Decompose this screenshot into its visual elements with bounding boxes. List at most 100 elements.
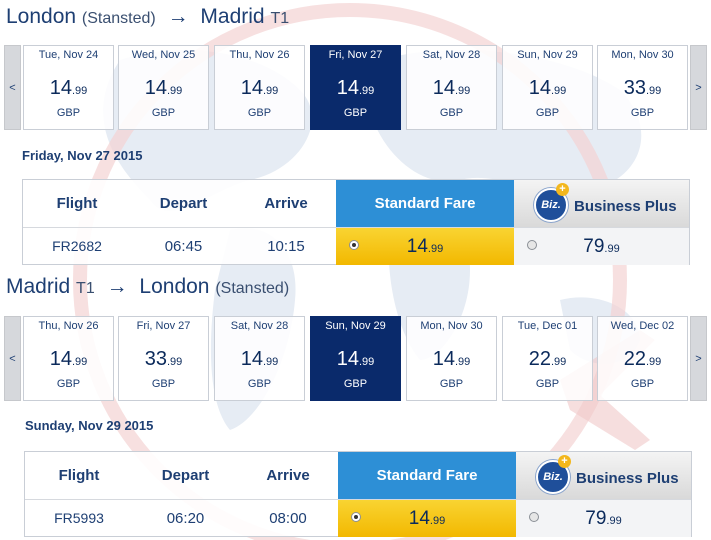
day-date: Tue, Nov 24	[38, 49, 99, 61]
day-card-selected[interactable]: Sun, Nov 29 14.99 GBP	[310, 316, 401, 401]
day-date: Mon, Nov 30	[611, 49, 674, 61]
day-price: 14.99	[336, 348, 375, 370]
day-price: 14.99	[240, 348, 279, 370]
day-date: Thu, Nov 26	[38, 320, 99, 332]
next-dates-button[interactable]: >	[690, 316, 707, 401]
day-currency: GBP	[151, 107, 176, 119]
selected-date-heading: Friday, Nov 27 2015	[22, 148, 143, 163]
day-card[interactable]: Sat, Nov 28 14.99 GBP	[214, 316, 305, 401]
flight-number: FR5993	[54, 510, 104, 526]
business-plus-radio[interactable]	[529, 512, 539, 522]
day-price: 14.99	[432, 77, 471, 99]
day-date: Thu, Nov 26	[229, 49, 290, 61]
prev-dates-button[interactable]: <	[4, 316, 21, 401]
day-date: Fri, Nov 27	[136, 320, 191, 332]
day-price: 33.99	[623, 77, 662, 99]
next-dates-button[interactable]: >	[690, 45, 707, 130]
day-date: Sat, Nov 28	[230, 320, 289, 332]
business-plus-label: Business Plus	[576, 470, 679, 487]
day-price: 14.99	[528, 77, 567, 99]
day-date: Sun, Nov 29	[517, 49, 578, 61]
table-row: FR5993 06:20 08:00 14.99 79.99	[25, 499, 691, 537]
day-date: Tue, Dec 01	[517, 320, 578, 332]
day-price: 14.99	[432, 348, 471, 370]
day-date: Mon, Nov 30	[420, 320, 483, 332]
standard-fare-price: 14.99	[408, 508, 446, 529]
day-currency: GBP	[439, 378, 464, 390]
day-card[interactable]: Wed, Dec 02 22.99 GBP	[597, 316, 688, 401]
day-price: 22.99	[623, 348, 662, 370]
day-card[interactable]: Sun, Nov 29 14.99 GBP	[502, 45, 593, 130]
day-card[interactable]: Tue, Dec 01 22.99 GBP	[502, 316, 593, 401]
return-route-title: Madrid T1 → London (Stansted)	[6, 273, 289, 301]
standard-fare-price: 14.99	[406, 236, 444, 257]
day-card-selected[interactable]: Fri, Nov 27 14.99 GBP	[310, 45, 401, 130]
depart-time: 06:20	[166, 510, 205, 527]
standard-fare-option[interactable]: 14.99	[338, 500, 516, 537]
day-card[interactable]: Mon, Nov 30 14.99 GBP	[406, 316, 497, 401]
arrive-time: 08:00	[269, 510, 307, 527]
day-card[interactable]: Tue, Nov 24 14.99 GBP	[23, 45, 114, 130]
standard-fare-option[interactable]: 14.99	[336, 228, 514, 265]
day-price: 14.99	[144, 77, 183, 99]
day-currency: GBP	[247, 107, 272, 119]
day-card[interactable]: Sat, Nov 28 14.99 GBP	[406, 45, 497, 130]
route-arrow-icon: →	[167, 5, 189, 28]
day-card[interactable]: Fri, Nov 27 33.99 GBP	[118, 316, 209, 401]
standard-fare-header[interactable]: Standard Fare	[336, 180, 514, 227]
origin-terminal: T1	[76, 280, 95, 297]
day-card[interactable]: Mon, Nov 30 33.99 GBP	[597, 45, 688, 130]
arrive-column-header: Arrive	[264, 195, 308, 212]
business-plus-price: 79.99	[583, 236, 620, 257]
return-date-strip: < Thu, Nov 26 14.99 GBP Fri, Nov 27 33.9…	[4, 316, 707, 401]
day-price: 14.99	[336, 77, 375, 99]
origin-city: Madrid	[6, 275, 71, 298]
day-currency: GBP	[151, 378, 176, 390]
origin-city: London	[6, 5, 77, 28]
standard-fare-header[interactable]: Standard Fare	[338, 452, 516, 499]
day-currency: GBP	[343, 107, 368, 119]
origin-airport: (Stansted)	[81, 10, 156, 27]
day-currency: GBP	[56, 107, 81, 119]
day-date: Sun, Nov 29	[325, 320, 386, 332]
flight-column-header: Flight	[56, 195, 98, 212]
depart-column-header: Depart	[159, 195, 208, 212]
business-plus-price: 79.99	[585, 508, 622, 529]
arrive-time: 10:15	[267, 238, 305, 255]
business-plus-option[interactable]: 79.99	[516, 500, 691, 537]
depart-time: 06:45	[164, 238, 203, 255]
day-currency: GBP	[535, 107, 560, 119]
business-plus-header[interactable]: Biz. + Business Plus	[514, 180, 689, 227]
table-row: FR2682 06:45 10:15 14.99 79.99	[23, 227, 689, 265]
plus-icon: +	[556, 183, 569, 196]
day-card[interactable]: Thu, Nov 26 14.99 GBP	[23, 316, 114, 401]
business-plus-option[interactable]: 79.99	[514, 228, 689, 265]
arrive-column-header: Arrive	[266, 467, 310, 484]
plus-icon: +	[558, 455, 571, 468]
day-currency: GBP	[439, 107, 464, 119]
day-price: 14.99	[240, 77, 279, 99]
day-card[interactable]: Thu, Nov 26 14.99 GBP	[214, 45, 305, 130]
day-currency: GBP	[630, 107, 655, 119]
day-currency: GBP	[247, 378, 272, 390]
destination-city: London	[139, 275, 210, 298]
flight-column-header: Flight	[58, 467, 100, 484]
depart-column-header: Depart	[161, 467, 210, 484]
day-price: 22.99	[528, 348, 567, 370]
outbound-fare-table: Flight Depart Arrive Standard Fare Biz. …	[22, 179, 690, 265]
day-card[interactable]: Wed, Nov 25 14.99 GBP	[118, 45, 209, 130]
business-plus-header[interactable]: Biz. + Business Plus	[516, 452, 691, 499]
route-arrow-icon: →	[106, 275, 128, 298]
prev-dates-button[interactable]: <	[4, 45, 21, 130]
outbound-date-strip: < Tue, Nov 24 14.99 GBP Wed, Nov 25 14.9…	[4, 45, 707, 130]
business-plus-radio[interactable]	[527, 240, 537, 250]
day-currency: GBP	[56, 378, 81, 390]
flight-number: FR2682	[52, 238, 102, 254]
destination-terminal: T1	[270, 10, 290, 27]
standard-fare-radio[interactable]	[351, 512, 361, 522]
day-currency: GBP	[343, 378, 368, 390]
day-price: 14.99	[49, 348, 88, 370]
destination-airport: (Stansted)	[215, 280, 290, 297]
day-currency: GBP	[535, 378, 560, 390]
standard-fare-radio[interactable]	[349, 240, 359, 250]
